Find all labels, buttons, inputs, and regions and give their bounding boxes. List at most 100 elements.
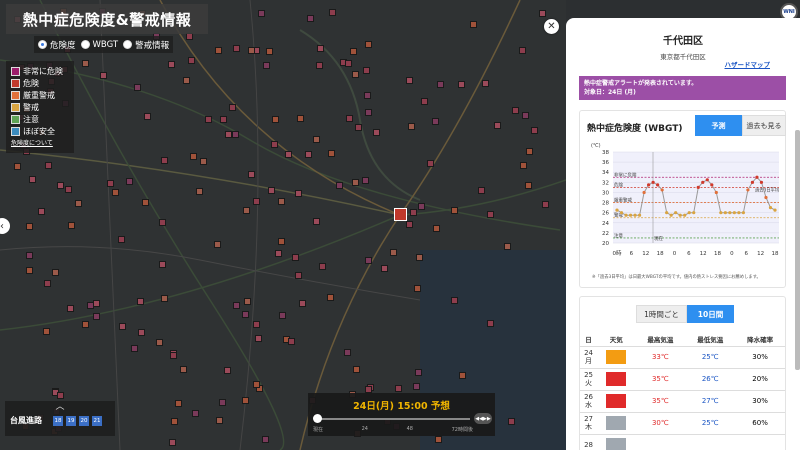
- heat-marker[interactable]: [520, 162, 528, 170]
- heat-marker[interactable]: [118, 322, 126, 330]
- heat-marker[interactable]: [344, 349, 352, 357]
- heat-marker[interactable]: [542, 200, 550, 208]
- heat-marker[interactable]: [82, 59, 90, 67]
- heat-marker[interactable]: [335, 181, 343, 189]
- heat-marker[interactable]: [199, 157, 207, 165]
- heat-marker[interactable]: [306, 15, 314, 23]
- heat-marker[interactable]: [319, 262, 327, 270]
- heat-marker[interactable]: [42, 328, 50, 336]
- radio-icon[interactable]: [80, 40, 90, 49]
- heat-marker[interactable]: [299, 300, 307, 308]
- heat-marker[interactable]: [243, 297, 251, 305]
- heat-marker[interactable]: [266, 48, 274, 55]
- heat-marker[interactable]: [522, 111, 530, 119]
- heat-marker[interactable]: [215, 47, 223, 55]
- heat-marker[interactable]: [158, 219, 166, 226]
- heat-marker[interactable]: [316, 44, 324, 52]
- heat-marker[interactable]: [131, 344, 139, 352]
- selected-location-marker[interactable]: [394, 208, 407, 221]
- radio-icon[interactable]: [123, 40, 133, 49]
- heat-marker[interactable]: [274, 250, 282, 258]
- heat-marker[interactable]: [415, 368, 423, 376]
- heat-marker[interactable]: [326, 293, 334, 301]
- tab-10day[interactable]: 10日間: [687, 305, 734, 323]
- heat-marker[interactable]: [296, 115, 304, 123]
- heat-marker[interactable]: [133, 83, 141, 91]
- heat-marker[interactable]: [252, 381, 260, 389]
- heat-marker[interactable]: [344, 59, 352, 67]
- heat-marker[interactable]: [365, 108, 373, 116]
- heat-marker[interactable]: [75, 199, 83, 207]
- legend-info-link[interactable]: 危険度について: [11, 138, 69, 147]
- heat-marker[interactable]: [28, 176, 36, 184]
- heat-marker[interactable]: [263, 62, 271, 70]
- heat-marker[interactable]: [372, 129, 380, 137]
- heat-marker[interactable]: [66, 304, 74, 312]
- heat-marker[interactable]: [141, 199, 149, 207]
- heat-marker[interactable]: [67, 222, 75, 230]
- heat-marker[interactable]: [231, 130, 239, 138]
- heat-marker[interactable]: [432, 224, 440, 232]
- heat-marker[interactable]: [82, 320, 90, 328]
- heat-marker[interactable]: [413, 284, 421, 292]
- heat-marker[interactable]: [25, 251, 33, 259]
- hazard-map-link[interactable]: ハザードマップ: [725, 59, 771, 69]
- heat-marker[interactable]: [409, 208, 417, 216]
- heat-marker[interactable]: [328, 149, 336, 157]
- heat-marker[interactable]: [93, 313, 101, 321]
- heat-marker[interactable]: [285, 150, 293, 158]
- heat-marker[interactable]: [25, 267, 33, 275]
- map-area[interactable]: 熱中症危険度&警戒情報 危険度 WBGT 警戒情報 非常に危険 危険 厳重警戒 …: [0, 0, 566, 450]
- heat-marker[interactable]: [192, 409, 200, 417]
- heat-marker[interactable]: [187, 56, 195, 64]
- heat-marker[interactable]: [242, 397, 250, 405]
- heat-marker[interactable]: [508, 418, 516, 426]
- heat-marker[interactable]: [390, 249, 397, 257]
- heat-marker[interactable]: [313, 135, 321, 143]
- heat-marker[interactable]: [25, 222, 33, 230]
- heat-marker[interactable]: [56, 391, 64, 399]
- heat-marker[interactable]: [13, 163, 21, 171]
- heat-marker[interactable]: [254, 335, 262, 343]
- heat-marker[interactable]: [405, 77, 413, 85]
- heat-marker[interactable]: [346, 115, 354, 123]
- heat-marker[interactable]: [525, 148, 533, 156]
- typhoon-day-chip[interactable]: 21: [92, 415, 102, 426]
- heat-marker[interactable]: [159, 260, 167, 268]
- typhoon-day-chip[interactable]: 19: [66, 415, 76, 426]
- heat-marker[interactable]: [87, 302, 95, 310]
- heat-marker[interactable]: [362, 66, 370, 74]
- heat-marker[interactable]: [291, 253, 299, 261]
- heat-marker[interactable]: [482, 80, 490, 88]
- heat-marker[interactable]: [288, 337, 296, 345]
- heat-marker[interactable]: [305, 150, 313, 158]
- typhoon-day-chip[interactable]: 20: [79, 415, 89, 426]
- heat-marker[interactable]: [168, 61, 176, 69]
- close-icon[interactable]: ✕: [544, 19, 559, 34]
- heat-marker[interactable]: [512, 106, 520, 114]
- heat-marker[interactable]: [278, 311, 286, 319]
- heat-marker[interactable]: [458, 372, 466, 380]
- heat-marker[interactable]: [362, 177, 370, 185]
- heat-marker[interactable]: [365, 41, 373, 49]
- heat-marker[interactable]: [413, 383, 421, 391]
- heat-marker[interactable]: [437, 81, 445, 89]
- heat-marker[interactable]: [355, 123, 363, 131]
- heat-marker[interactable]: [204, 116, 212, 124]
- radio-selected-icon[interactable]: [38, 40, 47, 49]
- heat-marker[interactable]: [418, 203, 426, 210]
- heat-marker[interactable]: [415, 254, 423, 262]
- heat-marker[interactable]: [469, 20, 477, 28]
- chevron-up-icon[interactable]: ︿: [5, 401, 115, 413]
- heat-marker[interactable]: [169, 352, 177, 360]
- heat-marker[interactable]: [395, 384, 403, 392]
- heat-marker[interactable]: [268, 187, 276, 195]
- heat-marker[interactable]: [106, 179, 114, 187]
- heat-marker[interactable]: [174, 400, 182, 408]
- heat-marker[interactable]: [487, 211, 495, 219]
- mode-risk[interactable]: 危険度: [38, 39, 76, 51]
- heat-marker[interactable]: [56, 182, 64, 190]
- tab-forecast[interactable]: 予測: [695, 115, 742, 136]
- heat-marker[interactable]: [365, 385, 373, 393]
- heat-marker[interactable]: [435, 436, 443, 444]
